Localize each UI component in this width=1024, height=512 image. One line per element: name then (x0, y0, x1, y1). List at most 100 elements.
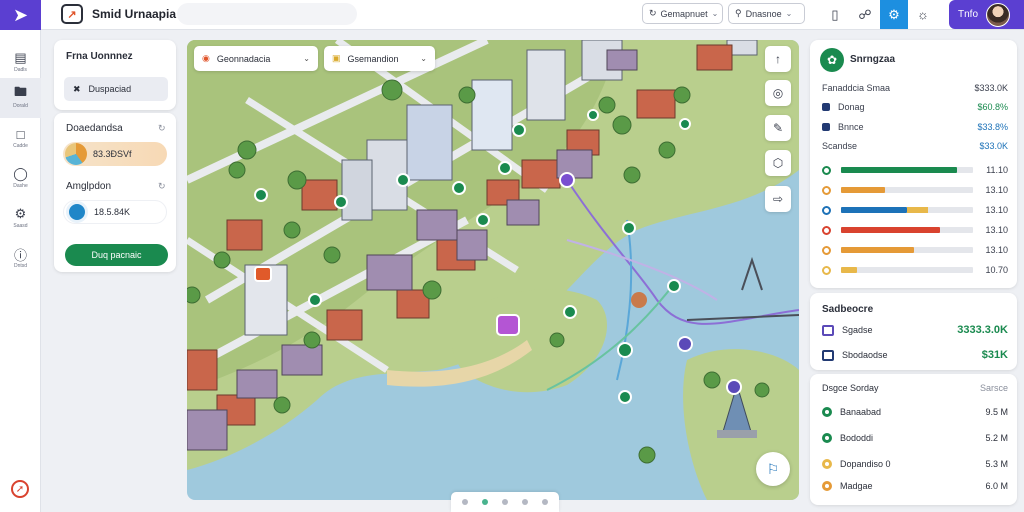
status-dot-icon (822, 459, 832, 469)
chart-icon: ↻ (649, 8, 657, 18)
rail-item-4[interactable]: ◯ Dashe (0, 158, 41, 198)
progress-fill (841, 167, 958, 173)
route-card: Frna Uonnnez ✖ Duspaciad (54, 40, 176, 110)
progress-row: 13.10 (822, 243, 1008, 257)
section2-title: Amglpdon (66, 181, 112, 192)
source-row[interactable]: Dopandiso 0 5.3 M (822, 457, 1008, 471)
sales-title: Sadbeocre (822, 304, 874, 315)
source-row[interactable]: Madgae 6.0 M (822, 479, 1008, 493)
progress-value: 13.10 (985, 225, 1008, 235)
summary-row: Fanaddcia Smaa $333.0K (822, 81, 1008, 95)
bookmark-button[interactable]: ▯ (821, 0, 849, 29)
refresh-icon[interactable]: ↻ (158, 181, 166, 192)
sales-row: Sbodaodse $31K (822, 347, 1008, 363)
source-header: Dsgce Sorday Sarsce (822, 383, 1008, 393)
status-dot-icon (822, 433, 832, 443)
source-card: Dsgce Sorday Sarsce Banaabad 9.5 M Bododdi… (810, 374, 1017, 505)
legend-swatch (822, 123, 830, 131)
rail-item-6[interactable]: ⓘ Dntsd (0, 238, 41, 278)
page-dot[interactable] (462, 499, 468, 505)
settings-button[interactable]: ⚙ (880, 0, 908, 29)
compass-button[interactable]: ◎ (765, 80, 791, 106)
metrics-card: Doaedandsa ↻ 83.3ĐSVf Amglpdon ↻ 18.5.84… (54, 113, 176, 272)
gear-button[interactable]: ☼ (909, 0, 937, 29)
progress-row: 11.10 (822, 163, 1008, 177)
rail-item-1[interactable]: ▤ Dadls (0, 42, 41, 82)
progress-fill (841, 187, 885, 193)
app-logo[interactable]: ↗ (61, 4, 83, 24)
status-dot-icon (822, 481, 832, 491)
legend-swatch (822, 103, 830, 111)
layers-button[interactable]: ⬡ (765, 150, 791, 176)
rail-item-label: Saasd (13, 223, 28, 229)
file-icon: □ (16, 126, 25, 142)
rail-item-label: Dadls (14, 67, 27, 73)
source-row[interactable]: Bododdi 5.2 M (822, 431, 1008, 445)
folder-icon: 🖿 (13, 84, 27, 99)
map-canvas[interactable] (187, 40, 799, 500)
source-header-label: Dsgce Sorday (822, 383, 879, 393)
section1-value: 83.3ĐSVf (93, 149, 132, 159)
page-dot-active[interactable] (482, 499, 488, 505)
section1-title: Doaedandsa (66, 123, 123, 134)
map-view[interactable]: ◉ Geonnadacia ⌄ ▣ Gsemandion ⌄ ↑ ◎ ✎ ⬡ ⇨… (187, 40, 799, 500)
user-name: Tnfo (958, 9, 979, 20)
map-layer-label: Geonnadacia (216, 53, 271, 64)
source-row-label: Dopandiso 0 (840, 459, 891, 469)
navigate-button[interactable]: ↑ (765, 46, 791, 72)
source-row-value: 9.5 M (985, 407, 1008, 417)
top-bar: ↗ Smid Urnaapia ↻ Gemapnuet ⌄ ⚲ Dnasnoe … (41, 0, 1024, 30)
sales-row: Sgadse 3333.3.0K (822, 322, 1008, 338)
app-title: Smid Urnaapia (92, 7, 177, 21)
bookmark-icon: ▯ (831, 6, 839, 22)
rail-item-5[interactable]: ⚙ Saasd (0, 198, 41, 238)
checkbox-icon[interactable] (822, 324, 834, 336)
source-row-label: Madgae (840, 481, 873, 491)
page-dot[interactable] (502, 499, 508, 505)
search-dropdown[interactable]: ⚲ Dnasnoe ⌄ (728, 3, 805, 24)
brand-logo[interactable]: ➤ (0, 0, 41, 30)
destination-field[interactable]: ✖ Duspaciad (64, 77, 168, 101)
left-rail: ➤ ▤ Dadls 🖿 Dorald □ Cadde ◯ Dashe ⚙ Saa… (0, 0, 41, 512)
share-button[interactable]: ⇨ (765, 186, 791, 212)
refresh-icon[interactable]: ↻ (158, 123, 166, 134)
chart-icon (65, 143, 87, 165)
layer-icon: ◉ (202, 53, 210, 63)
go-button[interactable]: Duq pacnaic (65, 244, 168, 266)
toggle-icon (66, 201, 88, 223)
progress-bar (841, 167, 973, 173)
progress-row: 13.10 (822, 183, 1008, 197)
comment-button[interactable]: ✎ (765, 115, 791, 141)
tag-button[interactable]: ☍ (851, 0, 879, 29)
checkbox-icon[interactable] (822, 349, 834, 361)
progress-bar (841, 227, 973, 233)
summary-row-value: $33.0K (979, 141, 1008, 151)
leaf-icon: ✿ (820, 48, 844, 72)
page-dot[interactable] (542, 499, 548, 505)
chevron-down-icon: ⌄ (785, 9, 793, 18)
summary-row-value: $33.8% (977, 122, 1008, 132)
map-action-button[interactable]: ⚐ (756, 452, 790, 486)
compass-icon[interactable]: ➚ (11, 480, 29, 498)
map-pin-icon: ⚐ (766, 460, 780, 477)
compass-icon: ◯ (13, 166, 28, 181)
rail-item-2[interactable]: 🖿 Dorald (0, 78, 41, 118)
map-filter-dropdown[interactable]: ▣ Gsemandion ⌄ (324, 46, 435, 71)
progress-value: 11.10 (986, 165, 1008, 175)
page-indicator[interactable] (451, 492, 559, 512)
rail-item-3[interactable]: □ Cadde (0, 118, 41, 158)
source-row[interactable]: Banaabad 9.5 M (822, 405, 1008, 419)
user-menu[interactable]: Tnfo (949, 0, 1024, 29)
search-icon: ⚲ (735, 8, 742, 18)
map-layer-dropdown[interactable]: ◉ Geonnadacia ⌄ (194, 46, 318, 71)
settings-icon: ⚙ (888, 6, 900, 22)
view-dropdown-label: Gemapnuet (660, 8, 708, 19)
map-filter-label: Gsemandion (347, 53, 399, 64)
page-dot[interactable] (522, 499, 528, 505)
search-input[interactable] (177, 3, 357, 25)
shuffle-icon: ✖ (73, 83, 81, 94)
help-icon: ⓘ (13, 247, 27, 263)
view-dropdown[interactable]: ↻ Gemapnuet ⌄ (642, 3, 723, 24)
progress-fill (841, 207, 907, 213)
progress-row: 10.70 (822, 263, 1008, 277)
